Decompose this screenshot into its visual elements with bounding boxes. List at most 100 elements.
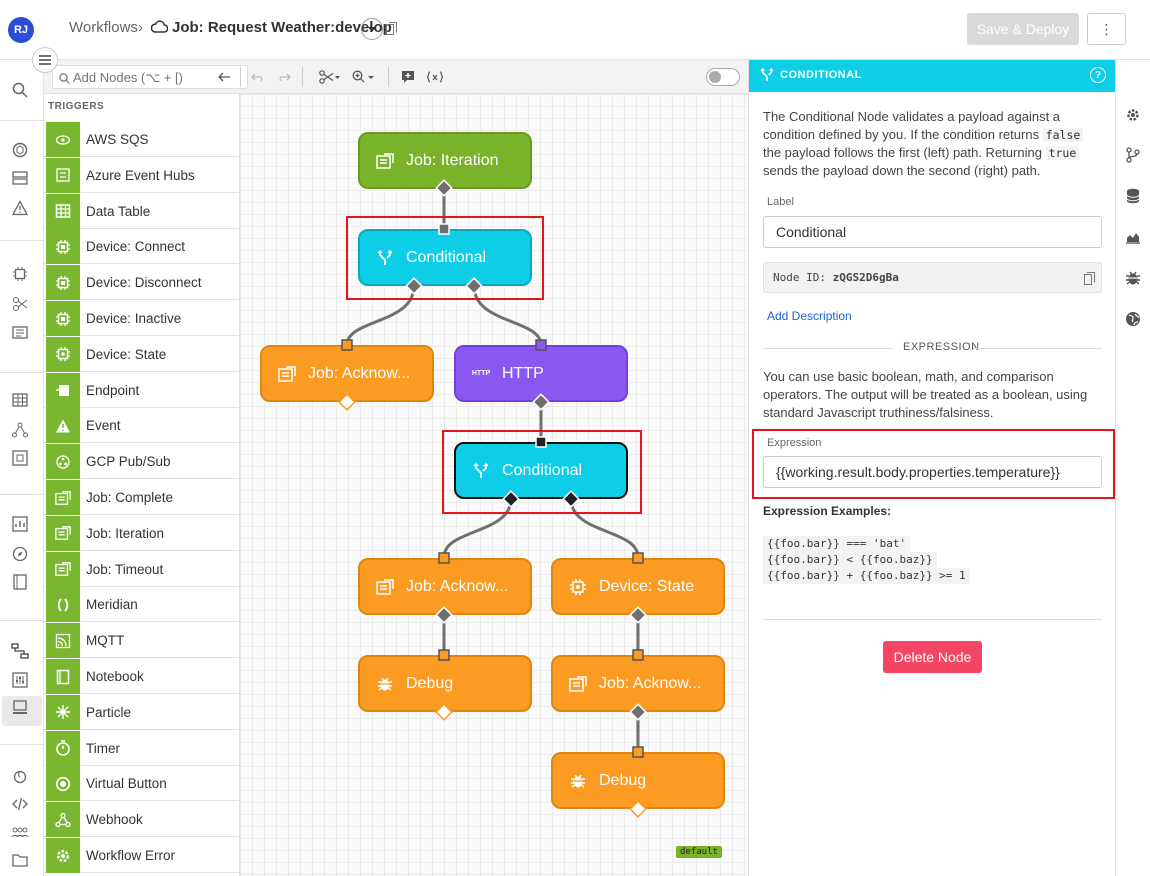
branch-icon <box>760 67 774 87</box>
node-label: Conditional <box>502 461 583 479</box>
palette-item[interactable]: Job: Complete <box>44 480 239 515</box>
folder-icon[interactable] <box>10 850 30 870</box>
palette-item-label: AWS SQS <box>86 132 149 147</box>
dashboard-icon[interactable] <box>10 514 30 534</box>
palette-item[interactable]: Azure Event Hubs <box>44 157 239 193</box>
globe-icon[interactable] <box>1124 310 1142 328</box>
sliders-icon[interactable] <box>10 670 30 690</box>
zoom-menu-button[interactable] <box>350 67 378 87</box>
breadcrumb-workflows[interactable]: Workflows <box>69 19 138 36</box>
description-text: sends the payload down the second (right… <box>763 163 1041 178</box>
menu-toggle-button[interactable] <box>32 47 58 73</box>
workflow-icon[interactable] <box>10 641 30 661</box>
integration-icon[interactable] <box>10 448 30 468</box>
palette-item[interactable]: MQTT <box>44 623 239 659</box>
version-badge: default <box>676 846 722 858</box>
node-job-ack-3[interactable]: Job: Acknow... <box>551 655 725 712</box>
palette-item[interactable]: AWS SQS <box>44 122 239 157</box>
database-icon[interactable] <box>1124 187 1142 205</box>
palette-item[interactable]: Device: Inactive <box>44 301 239 336</box>
devices-icon[interactable] <box>10 168 30 188</box>
node-device-state[interactable]: Device: State <box>551 558 725 615</box>
palette-item[interactable]: Particle <box>44 694 239 730</box>
server-icon[interactable] <box>10 698 30 718</box>
add-description-link[interactable]: Add Description <box>767 309 852 323</box>
palette-item-label: Workflow Error <box>86 848 176 863</box>
palette-item[interactable]: Timer <box>44 730 239 766</box>
toolbar-divider <box>302 67 303 87</box>
label-input[interactable] <box>763 216 1102 248</box>
delete-node-button[interactable]: Delete Node <box>883 641 982 673</box>
node-conditional-2[interactable]: Conditional <box>454 442 628 499</box>
job-icon <box>567 675 589 692</box>
palette-item[interactable]: Event <box>44 408 239 444</box>
palette-item[interactable]: Meridian <box>44 587 239 623</box>
bug-icon[interactable] <box>1124 269 1142 287</box>
workflow-canvas[interactable]: Job: Iteration Conditional Job: Acknow..… <box>240 94 748 876</box>
document-icon[interactable] <box>10 322 30 342</box>
drop-icon[interactable] <box>10 766 30 786</box>
help-icon[interactable]: ? <box>1090 67 1106 83</box>
tools-icon[interactable] <box>10 294 30 314</box>
palette-item-label: Azure Event Hubs <box>86 167 195 183</box>
cut-menu-button[interactable] <box>316 67 344 87</box>
palette-item[interactable]: Endpoint <box>44 372 239 408</box>
node-conditional-1[interactable]: Conditional <box>358 229 532 286</box>
palette-item[interactable]: Notebook <box>44 659 239 694</box>
undo-icon <box>251 73 263 82</box>
chip-icon[interactable] <box>10 264 30 284</box>
table-icon[interactable] <box>10 390 30 410</box>
area-chart-icon[interactable] <box>1124 228 1142 246</box>
divider-line <box>973 348 1102 349</box>
view-toggle[interactable] <box>706 68 740 86</box>
expression-input[interactable] <box>763 456 1102 488</box>
copy-icon[interactable] <box>1084 272 1095 290</box>
book-icon[interactable] <box>10 572 30 592</box>
add-comment-button[interactable] <box>398 67 418 87</box>
palette-item-label: Device: Connect <box>86 239 186 255</box>
redo-button[interactable] <box>274 67 294 87</box>
node-http[interactable]: HTTP HTTP <box>454 345 628 402</box>
palette-item[interactable]: Device: Connect <box>44 229 239 265</box>
palette-item[interactable]: Device: State <box>44 336 239 372</box>
palette-item[interactable]: Workflow Error <box>44 838 239 873</box>
node-label: Job: Acknow... <box>308 364 411 382</box>
palette-item[interactable]: Device: Disconnect <box>44 265 239 301</box>
bug-icon <box>567 773 589 789</box>
node-id-value: zQGS2D6gBa <box>832 271 899 284</box>
collapse-palette-button[interactable] <box>214 67 234 87</box>
network-icon[interactable] <box>10 420 30 440</box>
more-options-button[interactable]: ⋮ <box>1087 13 1126 45</box>
version-dropdown-button[interactable] <box>361 18 383 40</box>
undo-button[interactable] <box>248 67 268 87</box>
zoom-icon <box>352 70 374 83</box>
node-job-ack-1[interactable]: Job: Acknow... <box>260 345 434 402</box>
palette-item[interactable]: Job: Timeout <box>44 551 239 587</box>
avatar[interactable]: RJ <box>8 17 34 43</box>
node-job-ack-2[interactable]: Job: Acknow... <box>358 558 532 615</box>
example-line: {{foo.bar}} < {{foo.baz}} <box>763 552 937 568</box>
cube-icon[interactable] <box>10 140 30 160</box>
save-deploy-button[interactable]: Save & Deploy <box>967 13 1079 45</box>
palette-item[interactable]: Webhook <box>44 802 239 838</box>
palette-item-label: Endpoint <box>86 382 140 398</box>
compass-icon[interactable] <box>10 544 30 564</box>
palette-item[interactable]: Data Table <box>44 193 239 229</box>
code-icon[interactable] <box>10 794 30 814</box>
alert-icon[interactable] <box>10 198 30 218</box>
rail-divider <box>0 620 44 621</box>
palette-item[interactable]: Virtual Button <box>44 766 239 802</box>
team-icon[interactable] <box>10 822 30 842</box>
git-branch-icon[interactable] <box>1124 146 1142 164</box>
gear-icon[interactable] <box>1124 106 1142 124</box>
node-debug-1[interactable]: Debug <box>358 655 532 712</box>
toolbar-divider <box>240 67 241 87</box>
search-icon[interactable] <box>10 80 30 100</box>
node-debug-2[interactable]: Debug <box>551 752 725 809</box>
copy-icon[interactable] <box>386 22 397 40</box>
palette-item[interactable]: Job: Iteration <box>44 515 239 551</box>
variables-button[interactable] <box>424 67 446 87</box>
palette-item[interactable]: GCP Pub/Sub <box>44 444 239 480</box>
warning-icon <box>46 408 80 444</box>
node-job-iteration[interactable]: Job: Iteration <box>358 132 532 189</box>
